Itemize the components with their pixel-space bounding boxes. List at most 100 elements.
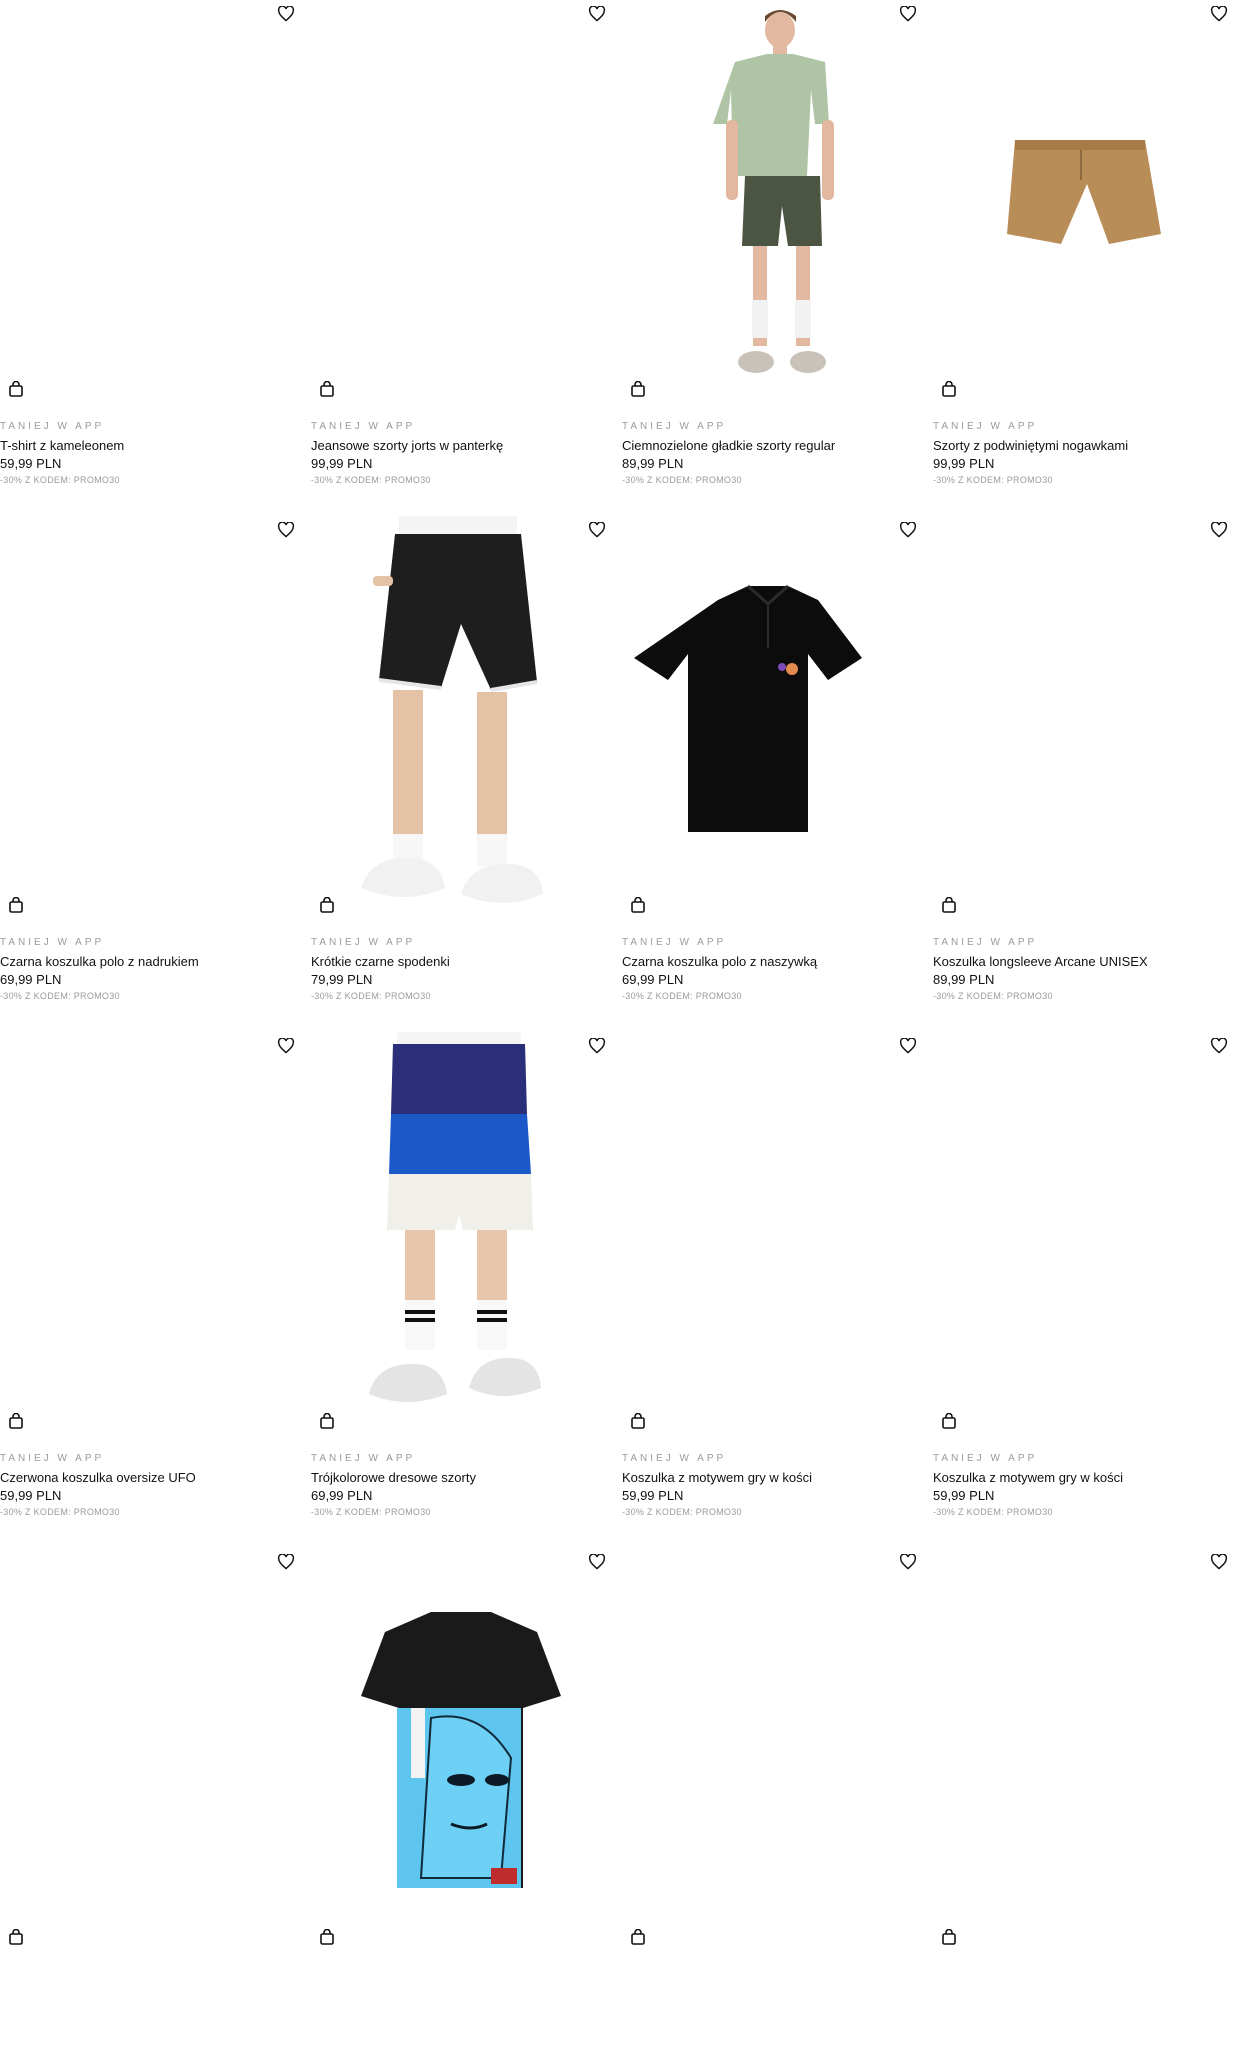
app-promo-tag: TANIEJ W APP xyxy=(0,1453,105,1464)
product-info: TANIEJ W APP Ciemnozielone gładkie szorty… xyxy=(622,420,922,485)
heart-icon[interactable] xyxy=(277,1038,295,1054)
product-image-area[interactable] xyxy=(311,516,603,926)
product-image[interactable] xyxy=(311,516,603,926)
shopping-bag-icon[interactable] xyxy=(319,381,335,398)
product-image[interactable] xyxy=(622,516,914,926)
product-name[interactable]: Koszulka z motywem gry w kości xyxy=(933,1469,1233,1487)
shopping-bag-icon[interactable] xyxy=(630,381,646,398)
product-image[interactable] xyxy=(622,0,914,410)
shopping-bag-icon[interactable] xyxy=(941,1929,957,1946)
product-price: 79,99 PLN xyxy=(311,972,373,987)
product-name[interactable]: Ciemnozielone gładkie szorty regular xyxy=(622,437,922,455)
app-promo-tag xyxy=(0,1968,300,1982)
product-name[interactable]: Czerwona koszulka oversize UFO xyxy=(0,1469,300,1487)
product-image-area[interactable] xyxy=(933,1032,1225,1442)
product-card[interactable]: TANIEJ W APP Czarna koszulka polo z nadru… xyxy=(0,516,311,1032)
product-name[interactable]: Koszulka z motywem gry w kości xyxy=(622,1469,922,1487)
product-image-area[interactable] xyxy=(0,516,292,926)
app-promo-tag: TANIEJ W APP xyxy=(933,1453,1038,1464)
product-card[interactable]: TANIEJ W APP Koszulka z motywem gry w koś… xyxy=(622,1032,933,1548)
product-price: 69,99 PLN xyxy=(0,972,62,987)
shopping-bag-icon[interactable] xyxy=(630,1929,646,1946)
heart-icon[interactable] xyxy=(277,1554,295,1570)
app-promo-tag: TANIEJ W APP xyxy=(0,421,105,432)
product-name[interactable]: Jeansowe szorty jorts w panterkę xyxy=(311,437,611,455)
shopping-bag-icon[interactable] xyxy=(8,381,24,398)
product-image-area[interactable] xyxy=(0,1032,292,1442)
app-promo-tag: TANIEJ W APP xyxy=(622,937,727,948)
product-name[interactable]: Szorty z podwiniętymi nogawkami xyxy=(933,437,1233,455)
shopping-bag-icon[interactable] xyxy=(8,1929,24,1946)
product-image-area[interactable] xyxy=(933,516,1225,926)
promo-code: -30% Z KODEM: PROMO30 xyxy=(0,475,120,485)
shopping-bag-icon[interactable] xyxy=(630,1413,646,1430)
product-name[interactable]: Trójkolorowe dresowe szorty xyxy=(311,1469,611,1487)
heart-icon[interactable] xyxy=(1210,522,1228,538)
product-image-area[interactable] xyxy=(933,1548,1225,1958)
app-promo-tag: TANIEJ W APP xyxy=(311,1453,416,1464)
product-card[interactable]: TANIEJ W APP Szorty z podwiniętymi nogawk… xyxy=(933,0,1244,516)
heart-icon[interactable] xyxy=(899,6,917,22)
product-image-area[interactable] xyxy=(311,0,603,410)
shopping-bag-icon[interactable] xyxy=(319,897,335,914)
product-image-area[interactable] xyxy=(311,1032,603,1442)
heart-icon[interactable] xyxy=(277,522,295,538)
product-name[interactable]: Koszulka longsleeve Arcane UNISEX xyxy=(933,953,1233,971)
product-card[interactable]: TANIEJ W APP Czarna koszulka polo z naszy… xyxy=(622,516,933,1032)
product-info: TANIEJ W APP Czerwona koszulka oversize U… xyxy=(0,1452,300,1517)
product-card[interactable]: TANIEJ W APP Jeansowe szorty jorts w pant… xyxy=(311,0,622,516)
product-price: 59,99 PLN xyxy=(622,1488,684,1503)
heart-icon[interactable] xyxy=(588,1554,606,1570)
product-grid: TANIEJ W APP T-shirt z kameleonem 59,99 PL… xyxy=(0,0,1250,2064)
shopping-bag-icon[interactable] xyxy=(8,1413,24,1430)
product-image[interactable] xyxy=(933,0,1225,410)
product-card[interactable]: TANIEJ W APP T-shirt z kameleonem 59,99 PL… xyxy=(0,0,311,516)
product-image-area[interactable] xyxy=(622,516,914,926)
heart-icon[interactable] xyxy=(588,1038,606,1054)
product-info: TANIEJ W APP T-shirt z kameleonem 59,99 PL… xyxy=(0,420,300,485)
product-image-area[interactable] xyxy=(0,1548,292,1958)
product-image-area[interactable] xyxy=(933,0,1225,410)
shopping-bag-icon[interactable] xyxy=(8,897,24,914)
promo-code: -30% Z KODEM: PROMO30 xyxy=(622,991,742,1001)
heart-icon[interactable] xyxy=(277,6,295,22)
product-card[interactable]: TANIEJ W APP Ciemnozielone gładkie szorty… xyxy=(622,0,933,516)
shopping-bag-icon[interactable] xyxy=(630,897,646,914)
promo-code: -30% Z KODEM: PROMO30 xyxy=(311,1507,431,1517)
heart-icon[interactable] xyxy=(899,522,917,538)
heart-icon[interactable] xyxy=(1210,1554,1228,1570)
shopping-bag-icon[interactable] xyxy=(319,1929,335,1946)
heart-icon[interactable] xyxy=(1210,6,1228,22)
product-card[interactable]: TANIEJ W APP Czerwona koszulka oversize U… xyxy=(0,1032,311,1548)
product-price: 59,99 PLN xyxy=(0,1488,62,1503)
heart-icon[interactable] xyxy=(588,522,606,538)
shopping-bag-icon[interactable] xyxy=(941,897,957,914)
product-name[interactable]: T-shirt z kameleonem xyxy=(0,437,300,455)
product-image-area[interactable] xyxy=(311,1548,603,1958)
product-image-area[interactable] xyxy=(622,1032,914,1442)
product-info: TANIEJ W APP Krótkie czarne spodenki 79,99… xyxy=(311,936,611,1001)
heart-icon[interactable] xyxy=(899,1038,917,1054)
product-card[interactable]: TANIEJ W APP Koszulka longsleeve Arcane U… xyxy=(933,516,1244,1032)
product-image[interactable] xyxy=(311,1548,603,1958)
heart-icon[interactable] xyxy=(899,1554,917,1570)
product-card[interactable]: TANIEJ W APP Krótkie czarne spodenki 79,99… xyxy=(311,516,622,1032)
product-image-area[interactable] xyxy=(622,1548,914,1958)
product-image-area[interactable] xyxy=(622,0,914,410)
heart-icon[interactable] xyxy=(1210,1038,1228,1054)
app-promo-tag xyxy=(622,1968,922,1982)
product-name[interactable]: Krótkie czarne spodenki xyxy=(311,953,611,971)
product-card[interactable]: TANIEJ W APP Koszulka z motywem gry w koś… xyxy=(933,1032,1244,1548)
product-info: TANIEJ W APP Trójkolorowe dresowe szorty 6… xyxy=(311,1452,611,1517)
product-name[interactable]: Czarna koszulka polo z naszywką xyxy=(622,953,922,971)
shopping-bag-icon[interactable] xyxy=(941,1413,957,1430)
product-image-area[interactable] xyxy=(0,0,292,410)
product-card[interactable]: TANIEJ W APP Trójkolorowe dresowe szorty 6… xyxy=(311,1032,622,1548)
promo-code: -30% Z KODEM: PROMO30 xyxy=(0,991,120,1001)
shopping-bag-icon[interactable] xyxy=(941,381,957,398)
promo-code: -30% Z KODEM: PROMO30 xyxy=(0,1507,120,1517)
product-name[interactable]: Czarna koszulka polo z nadrukiem xyxy=(0,953,300,971)
shopping-bag-icon[interactable] xyxy=(319,1413,335,1430)
heart-icon[interactable] xyxy=(588,6,606,22)
product-image[interactable] xyxy=(311,1032,603,1442)
